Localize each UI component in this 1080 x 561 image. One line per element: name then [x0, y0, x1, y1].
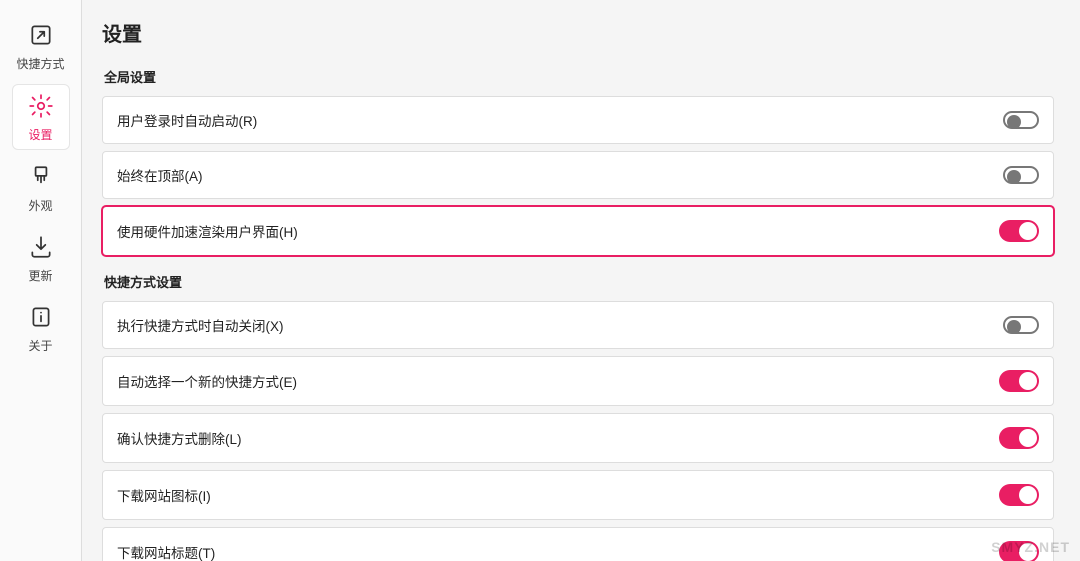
- sidebar-item-label: 外观: [28, 197, 52, 214]
- setting-label: 确认快捷方式删除(L): [117, 428, 242, 448]
- setting-row[interactable]: 自动选择一个新的快捷方式(E): [102, 356, 1054, 406]
- toggle-switch[interactable]: [1003, 111, 1039, 129]
- toggle-switch[interactable]: [999, 370, 1039, 392]
- setting-label: 执行快捷方式时自动关闭(X): [117, 315, 284, 335]
- setting-row[interactable]: 用户登录时自动启动(R): [102, 96, 1054, 144]
- toggle-switch[interactable]: [999, 427, 1039, 449]
- section-title: 快捷方式设置: [104, 272, 1054, 291]
- sidebar-item-shortcuts[interactable]: 快捷方式: [12, 14, 70, 78]
- setting-row[interactable]: 始终在顶部(A): [102, 151, 1054, 199]
- sidebar-item-label: 更新: [28, 267, 52, 284]
- sidebar: 快捷方式设置外观更新关于: [0, 0, 82, 561]
- toggle-switch[interactable]: [1003, 166, 1039, 184]
- toggle-switch[interactable]: [999, 484, 1039, 506]
- sidebar-item-about[interactable]: 关于: [12, 296, 70, 360]
- setting-row[interactable]: 确认快捷方式删除(L): [102, 413, 1054, 463]
- setting-row[interactable]: 使用硬件加速渲染用户界面(H): [102, 206, 1054, 256]
- sidebar-item-update[interactable]: 更新: [12, 226, 70, 290]
- shortcut-icon: [28, 22, 54, 51]
- main-content: 设置 全局设置用户登录时自动启动(R) 始终在顶部(A) 使用硬件加速渲染用户界面(…: [82, 0, 1080, 561]
- setting-label: 用户登录时自动启动(R): [117, 110, 257, 130]
- sidebar-item-label: 设置: [28, 126, 52, 143]
- setting-label: 使用硬件加速渲染用户界面(H): [117, 221, 298, 241]
- sidebar-item-label: 关于: [28, 337, 52, 354]
- settings-sections: 全局设置用户登录时自动启动(R) 始终在顶部(A) 使用硬件加速渲染用户界面(H) 快…: [102, 67, 1054, 561]
- gear-icon: [28, 93, 54, 122]
- download-icon: [28, 234, 54, 263]
- sidebar-item-settings[interactable]: 设置: [12, 84, 70, 150]
- page-title: 设置: [102, 18, 1054, 47]
- setting-label: 自动选择一个新的快捷方式(E): [117, 371, 297, 391]
- setting-label: 始终在顶部(A): [117, 165, 203, 185]
- toggle-switch[interactable]: [1003, 316, 1039, 334]
- toggle-switch[interactable]: [999, 541, 1039, 561]
- setting-label: 下载网站标题(T): [117, 542, 215, 561]
- setting-row[interactable]: 执行快捷方式时自动关闭(X): [102, 301, 1054, 349]
- toggle-switch[interactable]: [999, 220, 1039, 242]
- section-title: 全局设置: [104, 67, 1054, 86]
- sidebar-item-appearance[interactable]: 外观: [12, 156, 70, 220]
- sidebar-item-label: 快捷方式: [16, 55, 64, 72]
- setting-label: 下载网站图标(I): [117, 485, 211, 505]
- setting-row[interactable]: 下载网站图标(I): [102, 470, 1054, 520]
- setting-row[interactable]: 下载网站标题(T): [102, 527, 1054, 561]
- info-icon: [28, 304, 54, 333]
- brush-icon: [28, 164, 54, 193]
